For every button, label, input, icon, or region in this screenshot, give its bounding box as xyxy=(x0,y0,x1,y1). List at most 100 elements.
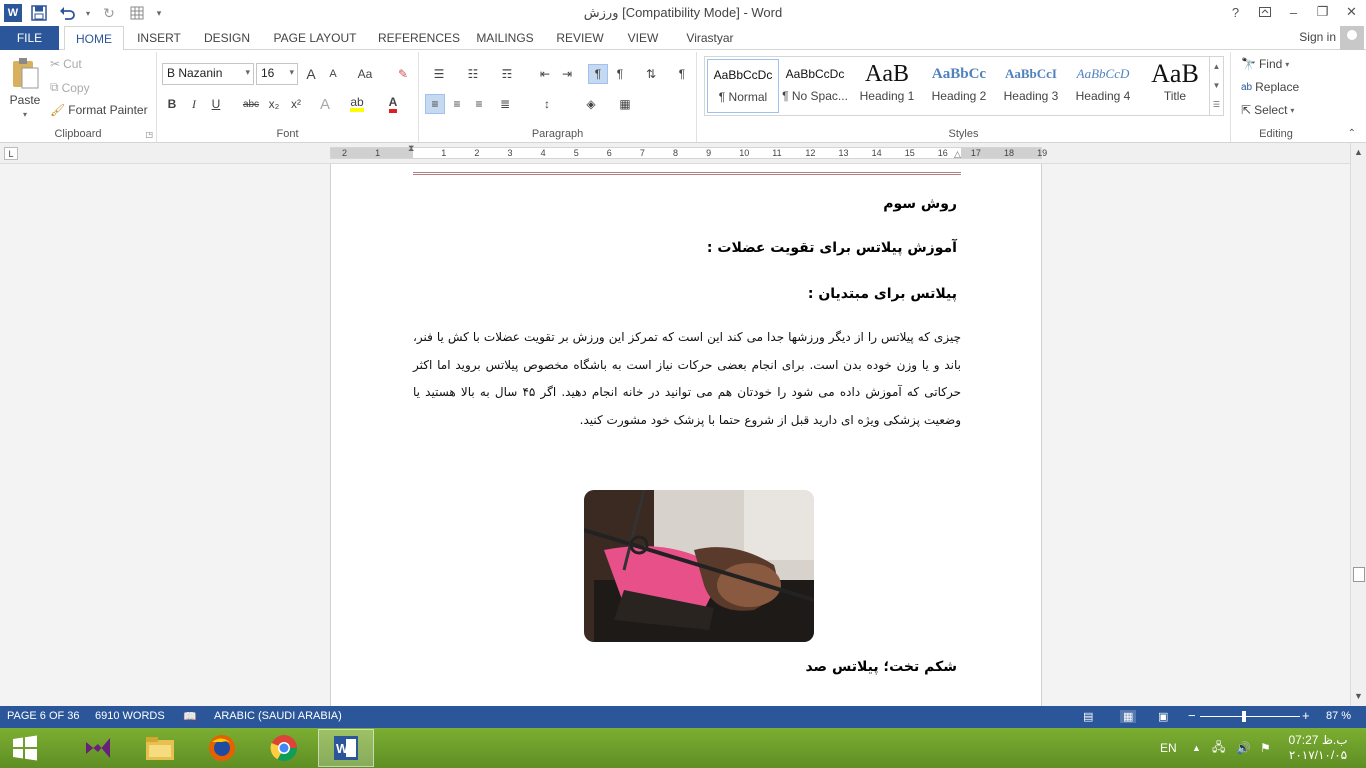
underline-button[interactable]: U xyxy=(206,94,226,114)
network-icon[interactable]: 🖧 xyxy=(1212,728,1225,768)
dialog-launcher-icon[interactable]: ◳ xyxy=(145,130,153,139)
taskbar-file-explorer[interactable] xyxy=(132,729,188,767)
taskbar-chrome[interactable] xyxy=(256,729,312,767)
bullets-icon[interactable]: ☰ xyxy=(425,64,453,84)
find-button[interactable]: 🔭 Find ▾ xyxy=(1241,57,1289,71)
tab-review[interactable]: REVIEW xyxy=(556,26,604,50)
print-layout-icon[interactable]: ▦ xyxy=(1120,710,1137,723)
zoom-slider-handle[interactable] xyxy=(1242,711,1246,722)
select-button[interactable]: ⇱ Select ▾ xyxy=(1241,103,1294,117)
word-count[interactable]: 6910 WORDS xyxy=(95,710,165,722)
right-indent-marker-icon[interactable]: △ xyxy=(954,149,961,160)
replace-button[interactable]: ab Replace xyxy=(1241,80,1299,94)
collapse-ribbon-icon[interactable]: ⌃ xyxy=(1348,128,1356,139)
tab-insert[interactable]: INSERT xyxy=(136,26,182,50)
ltr-direction-icon[interactable]: ¶ xyxy=(610,64,630,84)
style-heading-1[interactable]: AaB Heading 1 xyxy=(851,59,923,113)
align-center-icon[interactable]: ≡ xyxy=(447,94,467,114)
taskbar-word[interactable]: W xyxy=(318,729,374,767)
language-indicator[interactable]: ARABIC (SAUDI ARABIA) xyxy=(214,710,342,722)
font-color-icon[interactable]: A xyxy=(383,94,403,114)
multilevel-list-icon[interactable]: ☶ xyxy=(493,64,521,84)
highlight-icon[interactable]: ab xyxy=(347,94,367,114)
web-layout-icon[interactable]: ▣ xyxy=(1158,710,1168,723)
read-mode-icon[interactable]: ▤ xyxy=(1083,710,1093,723)
paste-dropdown-icon[interactable]: ▾ xyxy=(23,110,27,119)
cut-button[interactable]: ✂ Cut xyxy=(50,57,82,71)
ribbon-display-icon[interactable] xyxy=(1250,0,1279,24)
scroll-thumb[interactable] xyxy=(1353,567,1365,582)
subscript-button[interactable]: x₂ xyxy=(264,94,284,114)
italic-button[interactable]: I xyxy=(184,94,204,114)
sort-icon[interactable]: ⇅ xyxy=(641,64,661,84)
pilates-photo[interactable] xyxy=(584,490,814,642)
start-button[interactable] xyxy=(0,729,50,767)
style-title[interactable]: AaB Title xyxy=(1139,59,1211,113)
vertical-scrollbar[interactable]: ▲ ▼ xyxy=(1350,143,1366,706)
strikethrough-button[interactable]: abc xyxy=(239,94,263,114)
line-spacing-icon[interactable]: ↕ xyxy=(533,94,561,114)
tab-mailings[interactable]: MAILINGS xyxy=(474,26,536,50)
tab-virastyar[interactable]: Virastyar xyxy=(682,26,738,50)
sign-in-link[interactable]: Sign in xyxy=(1299,30,1336,44)
tab-design[interactable]: DESIGN xyxy=(202,26,252,50)
document-page[interactable]: روش سوم آموزش پیلاتس برای تقویت عضلات : … xyxy=(330,164,1042,706)
close-button[interactable]: ✕ xyxy=(1337,0,1366,24)
borders-icon[interactable]: ▦ xyxy=(611,94,639,114)
zoom-in-button[interactable]: + xyxy=(1302,708,1310,723)
horizontal-ruler[interactable]: L 2 1 1 2 3 4 5 6 7 8 9 10 11 12 13 14 15 16 17 18 19 ⧗ △ xyxy=(0,143,1366,164)
style-heading-3[interactable]: AaBbCcI Heading 3 xyxy=(995,59,1067,113)
zoom-level[interactable]: 87 % xyxy=(1326,710,1351,722)
page-count[interactable]: PAGE 6 OF 36 xyxy=(7,710,80,722)
gallery-scroll[interactable]: ▲ ▼ ☰ xyxy=(1209,57,1223,115)
taskbar-firefox[interactable] xyxy=(194,729,250,767)
superscript-button[interactable]: x² xyxy=(286,94,306,114)
help-button[interactable]: ? xyxy=(1221,0,1250,24)
paste-button[interactable]: Paste ▾ xyxy=(6,56,44,119)
scroll-up-icon[interactable]: ▲ xyxy=(1351,145,1366,160)
restore-button[interactable]: ❐ xyxy=(1308,0,1337,24)
taskbar-visual-studio[interactable] xyxy=(70,729,126,767)
shrink-font-button[interactable]: A xyxy=(323,64,343,84)
style-heading-4[interactable]: AaBbCcD Heading 4 xyxy=(1067,59,1139,113)
scroll-down-icon[interactable]: ▼ xyxy=(1351,689,1366,704)
font-name-combo[interactable]: B Nazanin xyxy=(162,63,254,85)
bold-button[interactable]: B xyxy=(162,94,182,114)
show-marks-button[interactable]: ¶ xyxy=(672,64,692,84)
zoom-slider[interactable] xyxy=(1200,716,1300,717)
tab-file[interactable]: FILE xyxy=(0,26,59,50)
clock[interactable]: 07:27 ب.ظ ۲۰۱۷/۱۰/۰۵ xyxy=(1286,728,1350,768)
align-right-icon[interactable]: ≡ xyxy=(469,94,489,114)
avatar[interactable] xyxy=(1340,26,1364,50)
numbering-icon[interactable]: ☷ xyxy=(459,64,487,84)
show-hidden-icons-icon[interactable]: ▲ xyxy=(1192,728,1201,768)
language-tray[interactable]: EN xyxy=(1160,728,1177,768)
align-left-icon[interactable]: ≡ xyxy=(425,94,445,114)
grow-font-button[interactable]: A xyxy=(301,64,321,84)
tab-view[interactable]: VIEW xyxy=(624,26,662,50)
format-painter-button[interactable]: 🖌 Format Painter xyxy=(50,103,148,117)
tab-home[interactable]: HOME xyxy=(64,26,124,51)
shading-icon[interactable]: ◈ xyxy=(577,94,605,114)
clear-formatting-icon[interactable]: ✎ xyxy=(393,64,413,84)
rtl-direction-icon[interactable]: ¶ xyxy=(588,64,608,84)
justify-icon[interactable]: ≣ xyxy=(491,94,519,114)
tab-page-layout[interactable]: PAGE LAYOUT xyxy=(272,26,358,50)
tab-references[interactable]: REFERENCES xyxy=(378,26,460,50)
style-normal[interactable]: AaBbCcDc ¶ Normal xyxy=(707,59,779,113)
copy-button[interactable]: ⧉ Copy xyxy=(50,80,90,95)
minimize-button[interactable]: – xyxy=(1279,0,1308,24)
proofing-icon[interactable]: 📖 xyxy=(183,710,197,723)
flag-icon[interactable]: ⚑ xyxy=(1260,728,1271,768)
indent-marker-icon[interactable]: ⧗ xyxy=(408,143,414,154)
zoom-out-button[interactable]: − xyxy=(1188,708,1196,723)
change-case-button[interactable]: Aa xyxy=(351,64,379,84)
volume-icon[interactable]: 🔊 xyxy=(1236,728,1251,768)
font-size-combo[interactable]: 16 xyxy=(256,63,298,85)
tab-selector[interactable]: L xyxy=(4,147,18,160)
style-no-spacing[interactable]: AaBbCcDc ¶ No Spac... xyxy=(779,59,851,113)
style-heading-2[interactable]: AaBbCc Heading 2 xyxy=(923,59,995,113)
text-effects-button[interactable]: A xyxy=(315,94,335,114)
increase-indent-icon[interactable]: ⇥ xyxy=(557,64,577,84)
decrease-indent-icon[interactable]: ⇤ xyxy=(535,64,555,84)
